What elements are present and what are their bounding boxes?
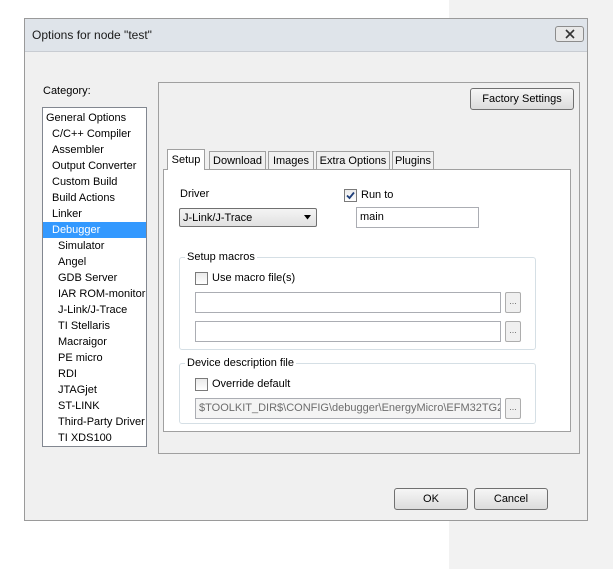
list-item[interactable]: Linker <box>43 206 146 222</box>
device-description-label: Device description file <box>185 357 296 369</box>
list-item[interactable]: Output Converter <box>43 158 146 174</box>
driver-label: Driver <box>180 188 210 200</box>
ok-button[interactable]: OK <box>394 488 468 510</box>
list-item[interactable]: RDI <box>43 366 146 382</box>
checkmark-icon <box>346 191 355 200</box>
driver-value: J-Link/J-Trace <box>183 212 253 224</box>
factory-settings-button[interactable]: Factory Settings <box>470 88 574 110</box>
tab-images[interactable]: Images <box>268 151 314 170</box>
list-item[interactable]: JTAGjet <box>43 382 146 398</box>
macro-file-input-2[interactable] <box>195 321 501 342</box>
list-item[interactable]: GDB Server <box>43 270 146 286</box>
category-list[interactable]: General Options C/C++ Compiler Assembler… <box>42 107 147 447</box>
list-item[interactable]: Third-Party Driver <box>43 414 146 430</box>
use-macro-label: Use macro file(s) <box>212 272 296 284</box>
title-bar: Options for node "test" <box>25 19 587 52</box>
list-item[interactable]: Custom Build <box>43 174 146 190</box>
list-item[interactable]: Angel <box>43 254 146 270</box>
list-item[interactable]: Macraigor <box>43 334 146 350</box>
setup-macros-label: Setup macros <box>185 251 257 263</box>
list-item[interactable]: TI XDS100 <box>43 430 146 446</box>
category-label: Category: <box>43 85 91 97</box>
list-item[interactable]: General Options <box>43 110 146 126</box>
override-default-label: Override default <box>212 378 291 390</box>
list-item[interactable]: TI Stellaris <box>43 318 146 334</box>
macro-file-input-1[interactable] <box>195 292 501 313</box>
run-to-label: Run to <box>361 189 394 201</box>
list-item[interactable]: PE micro <box>43 350 146 366</box>
driver-select[interactable]: J-Link/J-Trace <box>179 208 317 227</box>
list-item-selected[interactable]: Debugger <box>43 222 146 238</box>
options-dialog: Options for node "test" Category: Genera… <box>24 18 588 521</box>
override-default-checkbox[interactable] <box>195 378 208 391</box>
list-item[interactable]: C/C++ Compiler <box>43 126 146 142</box>
use-macro-checkbox[interactable] <box>195 272 208 285</box>
tab-download[interactable]: Download <box>209 151 266 170</box>
list-item[interactable]: ST-LINK <box>43 398 146 414</box>
tab-setup[interactable]: Setup <box>167 149 205 170</box>
cancel-button[interactable]: Cancel <box>474 488 548 510</box>
browse-macro-2-button[interactable]: ... <box>505 321 521 342</box>
setup-tab-panel: Driver J-Link/J-Trace Run to main Setup … <box>163 169 571 432</box>
close-icon <box>564 29 575 39</box>
tab-plugins[interactable]: Plugins <box>392 151 434 170</box>
device-file-input[interactable]: $TOOLKIT_DIR$\CONFIG\debugger\EnergyMicr… <box>195 398 501 419</box>
list-item[interactable]: Assembler <box>43 142 146 158</box>
tab-extra-options[interactable]: Extra Options <box>316 151 390 170</box>
close-button[interactable] <box>555 26 584 42</box>
browse-macro-1-button[interactable]: ... <box>505 292 521 313</box>
list-item[interactable]: Build Actions <box>43 190 146 206</box>
window-title: Options for node "test" <box>32 28 152 42</box>
list-item[interactable]: IAR ROM-monitor <box>43 286 146 302</box>
run-to-input[interactable]: main <box>356 207 479 228</box>
list-item[interactable]: J-Link/J-Trace <box>43 302 146 318</box>
run-to-checkbox[interactable] <box>344 189 357 202</box>
browse-device-file-button[interactable]: ... <box>505 398 521 419</box>
chevron-down-icon <box>304 215 311 220</box>
list-item[interactable]: Simulator <box>43 238 146 254</box>
